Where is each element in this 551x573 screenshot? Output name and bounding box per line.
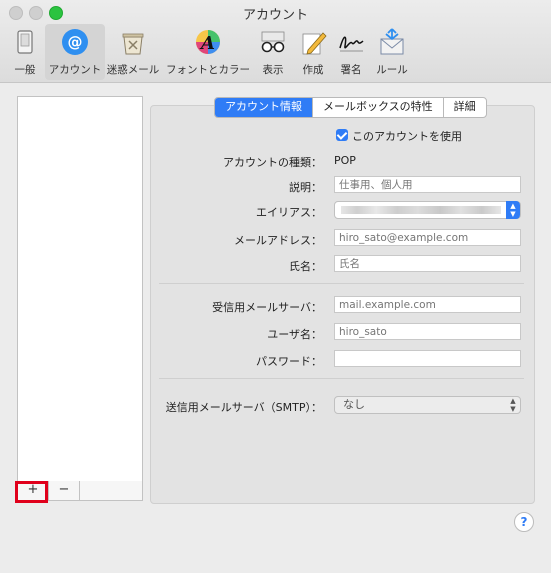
highlight-box (15, 481, 48, 503)
full-name-field[interactable] (334, 255, 521, 272)
toolbar-composing[interactable]: 作成 (296, 24, 330, 80)
toolbar-junk[interactable]: 迷惑メール (106, 24, 160, 80)
alias-label: エイリアス： (256, 206, 322, 219)
username-field[interactable] (334, 323, 521, 340)
toolbar-junk-label: 迷惑メール (106, 64, 160, 76)
incoming-server-field[interactable] (334, 296, 521, 313)
email-field[interactable] (334, 229, 521, 246)
svg-text:@: @ (68, 33, 83, 51)
toolbar-composing-label: 作成 (302, 64, 324, 76)
signature-icon (339, 36, 364, 52)
compose-pencil-icon (302, 32, 327, 55)
window-title: アカウント (242, 8, 308, 23)
enable-account-checkbox[interactable] (336, 129, 348, 141)
incoming-server-label: 受信用メールサーバ： (212, 301, 322, 314)
username-label: ユーザ名： (267, 328, 322, 341)
smtp-popup-value: なし (343, 398, 365, 411)
smtp-label: 送信用メールサーバ（SMTP）： (165, 401, 322, 414)
password-field[interactable] (334, 350, 521, 367)
separator (159, 378, 524, 379)
tab-bar: アカウント情報 メールボックスの特性 詳細 (214, 97, 487, 118)
toolbar-accounts[interactable]: @ アカウント (45, 24, 105, 80)
preferences-window: アカウント 一般 @ アカウント 迷惑メール A フォントとカラー 表示 作成 … (0, 0, 551, 573)
separator (159, 283, 524, 284)
email-label: メールアドレス： (234, 234, 322, 247)
toolbar-viewing-label: 表示 (262, 64, 284, 76)
font-color-icon: A (196, 30, 220, 54)
junk-trash-icon (122, 33, 144, 55)
popup-chevrons-icon: ▲ ▼ (510, 397, 516, 413)
svg-text:A: A (199, 33, 215, 54)
toolbar-signatures[interactable]: 署名 (334, 24, 368, 80)
toolbar-general[interactable]: 一般 (8, 24, 42, 80)
toolbar-rules-label: ルール (376, 64, 408, 76)
toolbar-rules[interactable]: ルール (372, 24, 412, 80)
description-field[interactable] (334, 176, 521, 193)
enable-account-label: このアカウントを使用 (352, 130, 462, 143)
smtp-popup[interactable]: なし ▲ ▼ (334, 396, 521, 414)
toolbar-accounts-label: アカウント (48, 64, 102, 76)
password-label: パスワード： (256, 355, 322, 368)
toolbar-fonts-colors[interactable]: A フォントとカラー (164, 24, 252, 80)
tab-mailbox-behaviors[interactable]: メールボックスの特性 (313, 98, 444, 117)
account-type-value: POP (334, 154, 356, 167)
remove-account-button[interactable]: − (49, 481, 80, 500)
toolbar-general-label: 一般 (14, 64, 36, 76)
full-name-label: 氏名： (289, 260, 322, 273)
popup-chevrons-icon: ▲ ▼ (506, 201, 520, 219)
at-sign-icon: @ (62, 29, 88, 55)
rules-envelope-icon (380, 28, 404, 55)
glasses-icon (261, 31, 285, 53)
description-label: 説明： (289, 181, 322, 194)
alias-popup[interactable]: ▲ ▼ (334, 201, 521, 219)
titlebar: アカウント 一般 @ アカウント 迷惑メール A フォントとカラー 表示 作成 … (0, 0, 551, 83)
toolbar-signatures-label: 署名 (340, 64, 362, 76)
tab-account-info[interactable]: アカウント情報 (215, 98, 313, 117)
account-list[interactable] (17, 96, 143, 483)
toolbar-fonts-colors-label: フォントとカラー (166, 64, 250, 76)
account-type-label: アカウントの種類： (223, 156, 322, 169)
alias-redacted-value (341, 206, 501, 214)
help-button[interactable]: ? (514, 512, 534, 532)
tab-advanced[interactable]: 詳細 (444, 98, 486, 117)
general-switch-icon (17, 30, 33, 54)
toolbar-viewing[interactable]: 表示 (256, 24, 290, 80)
